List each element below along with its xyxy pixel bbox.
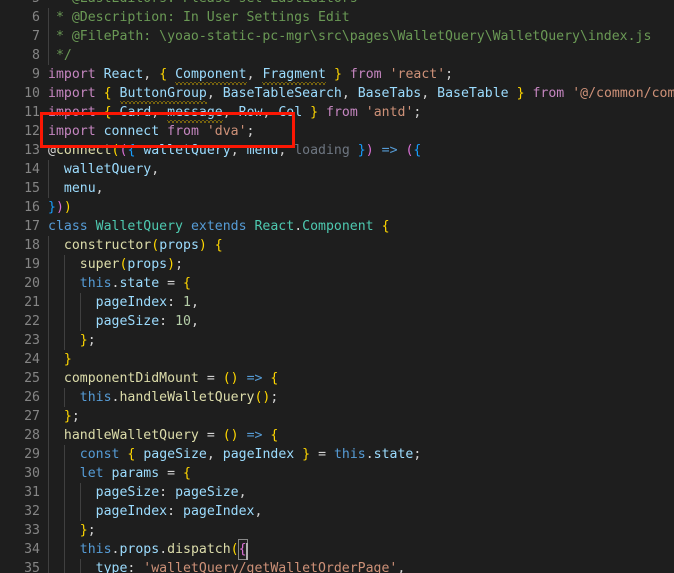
code-line[interactable]: 6 * @Description: In User Settings Edit: [0, 8, 674, 27]
line-content: super(props);: [79, 257, 184, 272]
line-number: 34: [24, 542, 40, 557]
line-number: 20: [24, 276, 40, 291]
line-number: 15: [24, 181, 40, 196]
line-content: class WalletQuery extends React.Componen…: [48, 219, 390, 234]
code-line[interactable]: 26 this.handleWalletQuery();: [0, 388, 674, 407]
line-content: * @Description: In User Settings Edit: [48, 10, 350, 25]
code-line[interactable]: 23 };: [0, 331, 674, 350]
line-content: constructor(props) {: [63, 238, 223, 253]
line-number: 12: [24, 124, 40, 139]
code-line[interactable]: 9 import React, { Component, Fragment } …: [0, 65, 674, 85]
line-number: 11: [24, 105, 40, 120]
code-line[interactable]: 17 class WalletQuery extends React.Compo…: [0, 217, 674, 236]
code-line[interactable]: 35 type: 'walletQuery/getWalletOrderPage…: [0, 559, 674, 573]
line-content: type: 'walletQuery/getWalletOrderPage',: [95, 561, 406, 573]
line-content: pageIndex: pageIndex,: [95, 504, 263, 519]
line-content: };: [79, 333, 96, 348]
line-content: import connect from 'dva';: [48, 124, 255, 139]
code-line[interactable]: 25 componentDidMount = () => {: [0, 369, 674, 388]
code-line[interactable]: 19 super(props);: [0, 255, 674, 274]
line-number: 18: [24, 238, 40, 253]
line-content: pageSize: pageSize,: [95, 485, 247, 500]
line-content: import { ButtonGroup, BaseTableSearch, B…: [48, 86, 674, 104]
code-line[interactable]: 30 let params = {: [0, 464, 674, 483]
code-line[interactable]: 16 })): [0, 198, 674, 217]
line-number: 29: [24, 447, 40, 462]
text-caret: [245, 543, 248, 560]
code-line[interactable]: 21 pageIndex: 1,: [0, 293, 674, 312]
code-line[interactable]: 33 };: [0, 521, 674, 540]
code-line[interactable]: 29 const { pageSize, pageIndex } = this.…: [0, 445, 674, 464]
line-number: 31: [24, 485, 40, 500]
code-line[interactable]: 15 menu,: [0, 179, 674, 198]
line-content: import React, { Component, Fragment } fr…: [48, 67, 454, 85]
code-surface[interactable]: 5 * @LastEditors: Please set LastEditors…: [0, 0, 674, 573]
line-content: this.props.dispatch({: [48, 539, 248, 560]
line-content: walletQuery,: [63, 162, 160, 177]
line-number: 8: [32, 48, 40, 63]
line-number: 10: [24, 86, 40, 101]
code-line[interactable]: 27 };: [0, 407, 674, 426]
line-number: 23: [24, 333, 40, 348]
line-content: let params = {: [79, 466, 191, 481]
line-content: import { Card, message, Row, Col } from …: [48, 105, 422, 123]
line-number: 25: [24, 371, 40, 386]
code-line[interactable]: 12 import connect from 'dva';: [0, 122, 674, 141]
line-number: 6: [32, 10, 40, 25]
code-line[interactable]: 11 import { Card, message, Row, Col } fr…: [0, 103, 674, 123]
line-content: componentDidMount = () => {: [63, 371, 279, 386]
line-number: 33: [24, 523, 40, 538]
line-content: const { pageSize, pageIndex } = this.sta…: [79, 447, 422, 462]
code-line[interactable]: 8 */: [0, 46, 674, 65]
line-content: * @LastEditors: Please set LastEditors: [48, 0, 358, 8]
code-editor-viewport[interactable]: 5 * @LastEditors: Please set LastEditors…: [0, 0, 674, 573]
line-content: }: [63, 352, 72, 367]
line-number: 30: [24, 466, 40, 481]
line-content: * @FilePath: \yoao-static-pc-mgr\src\pag…: [48, 29, 652, 44]
line-content: };: [63, 409, 80, 424]
code-line[interactable]: 20 this.state = {: [0, 274, 674, 293]
line-content: menu,: [63, 181, 104, 196]
code-line[interactable]: 28 handleWalletQuery = () => {: [0, 426, 674, 445]
line-number: 21: [24, 295, 40, 310]
code-line[interactable]: 5 * @LastEditors: Please set LastEditors: [0, 0, 674, 8]
line-number: 22: [24, 314, 40, 329]
code-line[interactable]: 22 pageSize: 10,: [0, 312, 674, 331]
line-number: 35: [24, 561, 40, 573]
line-number: 28: [24, 428, 40, 443]
line-number: 7: [32, 29, 40, 44]
line-number: 24: [24, 352, 40, 367]
code-line[interactable]: 32 pageIndex: pageIndex,: [0, 502, 674, 521]
line-number: 16: [24, 200, 40, 215]
line-content: pageIndex: 1,: [95, 295, 199, 310]
code-line[interactable]: 34 this.props.dispatch({: [0, 539, 674, 560]
code-line[interactable]: 24 }: [0, 350, 674, 369]
code-line[interactable]: 13 @connect(({ walletQuery, menu, loadin…: [0, 141, 674, 160]
code-line[interactable]: 18 constructor(props) {: [0, 236, 674, 255]
code-line[interactable]: 10 import { ButtonGroup, BaseTableSearch…: [0, 84, 674, 104]
line-number: 5: [0, 0, 40, 8]
line-content: @connect(({ walletQuery, menu, loading }…: [48, 143, 422, 158]
line-number: 27: [24, 409, 40, 424]
code-line[interactable]: 14 walletQuery,: [0, 160, 674, 179]
line-content: })): [48, 200, 72, 215]
line-number: 32: [24, 504, 40, 519]
line-content: this.state = {: [79, 276, 191, 291]
code-line[interactable]: 7 * @FilePath: \yoao-static-pc-mgr\src\p…: [0, 27, 674, 46]
line-content: pageSize: 10,: [95, 314, 199, 329]
line-number: 13: [24, 143, 40, 158]
line-number: 14: [24, 162, 40, 177]
line-content: handleWalletQuery = () => {: [63, 428, 279, 443]
line-content: */: [48, 48, 72, 63]
line-content: };: [79, 523, 96, 538]
line-number: 26: [24, 390, 40, 405]
line-number: 9: [32, 67, 40, 82]
line-number: 17: [24, 219, 40, 234]
line-content: this.handleWalletQuery();: [79, 390, 279, 405]
code-line[interactable]: 31 pageSize: pageSize,: [0, 483, 674, 502]
line-number: 19: [24, 257, 40, 272]
